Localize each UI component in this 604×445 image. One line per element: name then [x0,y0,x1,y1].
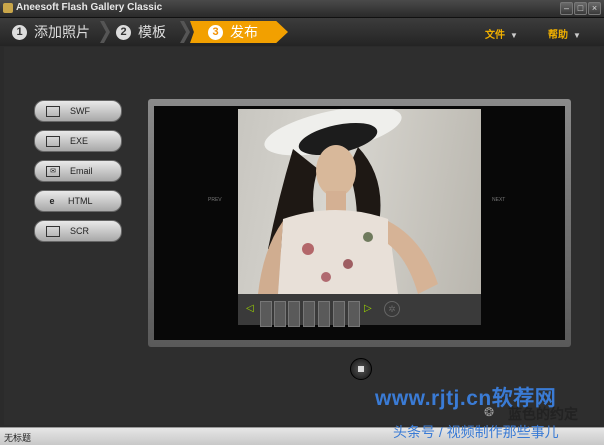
thumbnail[interactable] [288,301,300,327]
html-icon: e [49,195,55,206]
button-label: SCR [70,226,90,236]
tab-publish[interactable]: 3 发布 [190,21,288,43]
thumbnail[interactable] [333,301,345,327]
next-label[interactable]: NEXT [492,197,505,203]
app-icon [3,3,13,13]
button-label: SWF [70,106,90,116]
tab-template[interactable]: 2 模板 [116,21,166,43]
exe-icon [46,135,60,147]
step-label: 模板 [138,24,166,40]
step-label: 添加照片 [34,24,90,40]
email-icon: ✉ [46,165,60,177]
thumbnail[interactable] [348,301,360,327]
stop-button[interactable] [350,358,372,380]
status-text: 无标题 [4,433,32,443]
chat-logo-icon: ❂ [484,405,495,419]
thumbnail[interactable] [303,301,315,327]
settings-icon[interactable]: ✲ [384,301,400,317]
gallery-photo [238,109,481,294]
publish-exe-button[interactable]: EXE [34,130,122,152]
step-separator [180,21,190,43]
chevron-down-icon: ▼ [573,31,581,40]
close-icon[interactable]: × [588,2,601,15]
title-bar: Aneesoft Flash Gallery Classic – □ × [0,0,604,18]
arrow-right-icon[interactable]: ▷ [364,303,372,314]
button-label: Email [70,166,93,176]
thumbnail[interactable] [274,301,286,327]
button-label: EXE [70,136,89,146]
file-menu[interactable]: 文件 ▼ [485,26,518,41]
thumbnail[interactable] [318,301,330,327]
publish-email-button[interactable]: ✉ Email [34,160,122,182]
step-number: 3 [208,24,223,40]
file-menu-label: 文件 [485,30,505,41]
step-number: 2 [116,24,131,40]
monitor-icon [46,225,60,237]
publish-swf-button[interactable]: SWF [34,100,122,122]
button-label: HTML [68,196,93,206]
help-menu[interactable]: 帮助 ▼ [548,26,581,41]
window-title: Aneesoft Flash Gallery Classic [16,2,163,13]
step-label: 发布 [230,24,258,40]
swf-icon [46,105,60,117]
maximize-icon[interactable]: □ [574,2,587,15]
minimize-icon[interactable]: – [560,2,573,15]
prev-label[interactable]: PREV [208,197,222,203]
watermark-source: 头条号 / 视频制作那些事儿 [393,424,559,440]
help-menu-label: 帮助 [548,30,568,41]
thumbnail[interactable] [260,301,272,327]
chevron-down-icon: ▼ [510,31,518,40]
step-separator [100,21,110,43]
publish-html-button[interactable]: e HTML [34,190,122,212]
publish-scr-button[interactable]: SCR [34,220,122,242]
step-number: 1 [12,24,27,40]
tab-add-photos[interactable]: 1 添加照片 [12,21,90,43]
watermark-name: 蓝色的约定 [508,406,578,422]
arrow-left-icon[interactable]: ◁ [246,303,254,314]
